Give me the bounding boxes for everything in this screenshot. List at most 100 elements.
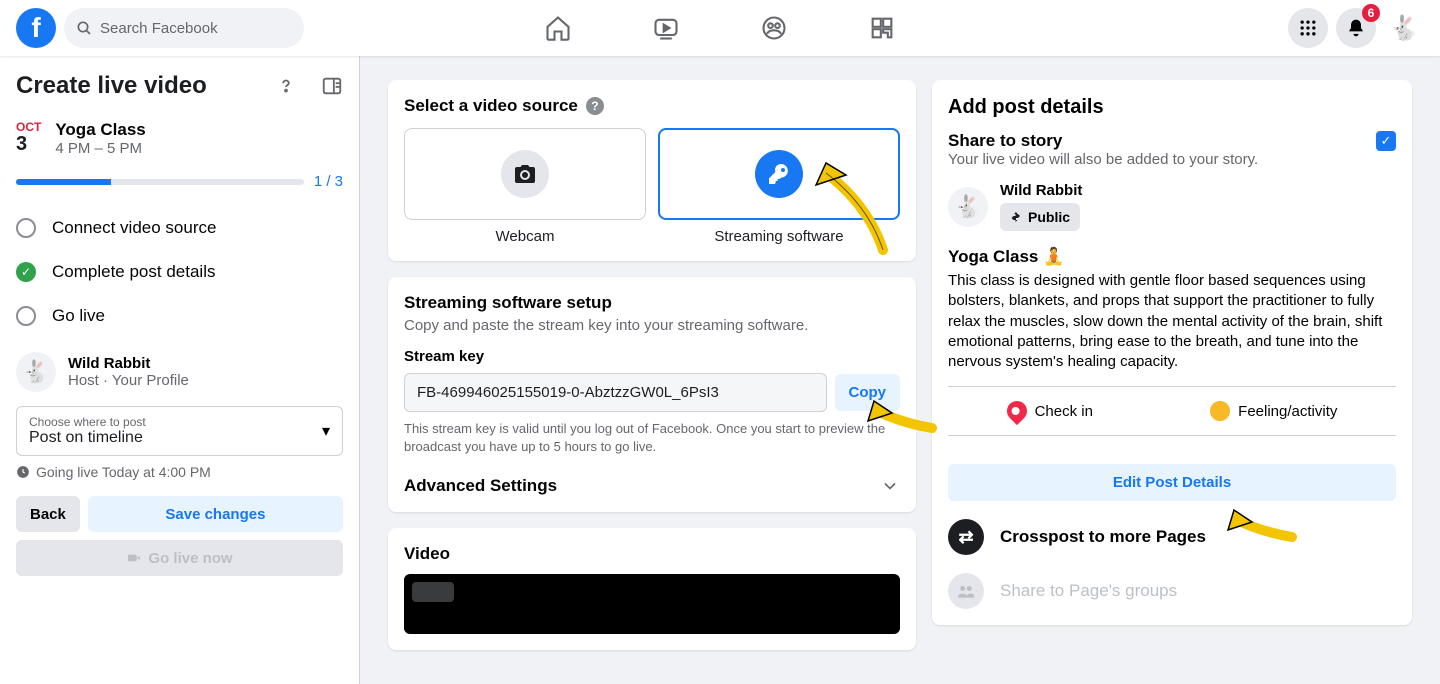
privacy-label: Public [1028,209,1070,225]
author-row: 🐇 Wild Rabbit Public [948,182,1396,231]
step-check-icon: ✓ [16,262,36,282]
step-label: Connect video source [52,218,216,238]
author-avatar: 🐇 [948,187,988,227]
progress-text: 1 / 3 [314,173,343,190]
step-circle-icon [16,218,36,238]
crosspost-icon: ⇄ [948,519,984,555]
step-label: Go live [52,306,105,326]
video-icon [126,550,142,566]
crosspost-label: Crosspost to more Pages [1000,527,1206,547]
go-live-button[interactable]: Go live now [16,540,343,576]
video-title: Video [404,544,900,564]
post-destination-selector[interactable]: Choose where to post Post on timeline ▾ [16,406,343,456]
step-connect-source[interactable]: Connect video source [16,206,343,250]
source-streaming-label: Streaming software [714,228,843,245]
host-avatar: 🐇 [16,352,56,392]
menu-button[interactable] [1288,8,1328,48]
center-column: Select a video source ? Webcam [388,80,916,660]
chevron-down-icon [880,476,900,496]
advanced-settings-toggle[interactable]: Advanced Settings [404,476,900,496]
privacy-selector[interactable]: Public [1000,203,1080,231]
watch-icon[interactable] [652,14,680,42]
selector-label: Choose where to post [29,415,146,429]
post-details-card: Add post details Share to story Your liv… [932,80,1412,625]
back-button[interactable]: Back [16,496,80,532]
search-wrap[interactable] [64,8,304,48]
video-preview-card: Video [388,528,916,650]
details-title: Add post details [948,96,1396,119]
checkin-label: Check in [1035,403,1093,420]
search-input[interactable] [100,20,292,37]
author-name: Wild Rabbit [1000,182,1082,199]
source-webcam-label: Webcam [496,228,555,245]
panel-toggle-icon[interactable] [321,75,343,97]
post-body: This class is designed with gentle floor… [948,271,1396,372]
groups-icon[interactable] [760,14,788,42]
center-nav [544,14,896,42]
bell-icon [1346,18,1366,38]
progress-bar [16,179,304,185]
notifications-button[interactable]: 6 [1336,8,1376,48]
help-icon[interactable] [275,75,297,97]
live-badge-placeholder [412,582,454,602]
smiley-icon [1210,401,1230,421]
golive-time-row: Going live Today at 4:00 PM [16,464,343,480]
feeling-action[interactable]: Feeling/activity [1210,401,1337,421]
step-label: Complete post details [52,262,215,282]
host-name: Wild Rabbit [68,355,189,372]
checkin-action[interactable]: Check in [1007,401,1093,421]
share-to-story-checkbox[interactable]: ✓ [1376,131,1396,151]
source-streaming[interactable]: Streaming software [658,128,900,245]
source-webcam[interactable]: Webcam [404,128,646,245]
setup-title: Streaming software setup [404,293,900,313]
camera-icon [501,150,549,198]
divider [948,435,1396,436]
grid-icon [1298,18,1318,38]
event-summary: OCT 3 Yoga Class 4 PM – 5 PM [16,120,343,157]
event-title: Yoga Class [55,120,145,140]
selector-value: Post on timeline [29,429,146,447]
main-area: Select a video source ? Webcam [360,56,1440,684]
groups-icon [948,573,984,609]
clock-icon [16,465,30,479]
stream-key-label: Stream key [404,348,900,365]
home-icon[interactable] [544,14,572,42]
progress-row: 1 / 3 [16,173,343,190]
event-day: 3 [16,134,41,154]
video-source-card: Select a video source ? Webcam [388,80,916,261]
divider [948,386,1396,387]
help-dot-icon[interactable]: ? [586,97,604,115]
host-profile-row[interactable]: 🐇 Wild Rabbit Host · Your Profile [16,338,343,406]
stream-key-input[interactable] [404,373,827,412]
share-title: Share to story [948,131,1258,151]
facebook-logo[interactable]: f [16,8,56,48]
crosspost-row[interactable]: ⇄ Crosspost to more Pages [948,519,1396,555]
location-pin-icon [1002,397,1030,425]
globe-icon [1010,211,1022,223]
account-avatar[interactable]: 🐇 [1384,8,1424,48]
streaming-setup-card: Streaming software setup Copy and paste … [388,277,916,512]
page-title: Create live video [16,72,207,100]
edit-post-details-button[interactable]: Edit Post Details [948,464,1396,501]
video-preview [404,574,900,634]
post-title: Yoga Class 🧘 [948,247,1396,267]
host-sub: Host · Your Profile [68,372,189,389]
share-sub: Your live video will also be added to yo… [948,151,1258,168]
right-column: Add post details Share to story Your liv… [932,80,1412,660]
top-nav: f 6 🐇 [0,0,1440,56]
step-post-details[interactable]: ✓ Complete post details [16,250,343,294]
key-icon [755,150,803,198]
step-go-live[interactable]: Go live [16,294,343,338]
setup-sub: Copy and paste the stream key into your … [404,317,900,334]
save-changes-button[interactable]: Save changes [88,496,343,532]
right-nav: 6 🐇 [1288,8,1424,48]
copy-key-button[interactable]: Copy [835,374,901,411]
gaming-icon[interactable] [868,14,896,42]
share-to-story-row: Share to story Your live video will also… [948,131,1396,168]
step-circle-icon [16,306,36,326]
notifications-badge: 6 [1362,4,1380,22]
go-live-label: Go live now [148,550,232,567]
golive-time-text: Going live Today at 4:00 PM [36,464,211,480]
feeling-label: Feeling/activity [1238,403,1337,420]
chevron-down-icon: ▾ [322,421,330,441]
